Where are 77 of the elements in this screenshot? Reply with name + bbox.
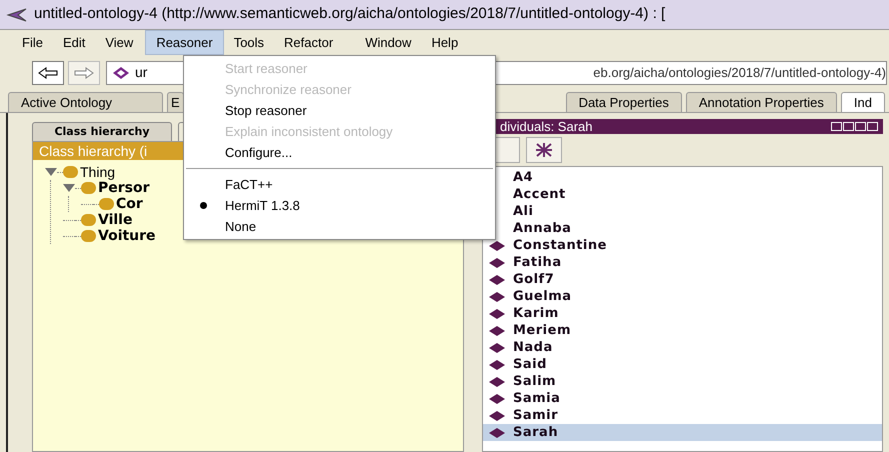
ontology-name: ur [135, 63, 148, 82]
individual-item[interactable]: Nada [483, 339, 882, 356]
back-button[interactable] [32, 60, 64, 84]
individual-item[interactable]: Constantine [483, 237, 882, 254]
individual-item[interactable]: Sarah [483, 424, 882, 441]
individual-icon [489, 360, 505, 370]
delete-individual-button[interactable] [526, 137, 562, 163]
tab[interactable]: Active Ontology [8, 92, 163, 112]
tab[interactable]: Class hierarchy [32, 122, 172, 141]
individual-label: Karim [513, 304, 559, 323]
individual-icon [489, 342, 505, 352]
individual-item[interactable]: Meriem [483, 322, 882, 339]
individual-label: Meriem [513, 322, 571, 340]
individual-item[interactable]: Salim [483, 373, 882, 390]
individual-icon [489, 274, 505, 284]
menu-item[interactable]: Stop reasoner [184, 100, 495, 121]
individual-icon [489, 428, 505, 438]
individual-item[interactable]: Golf7 [483, 271, 882, 288]
tab[interactable]: Annotation Properties [686, 92, 837, 112]
left-arrow-icon [38, 66, 58, 78]
menu-item[interactable]: Tools [224, 30, 274, 55]
tab[interactable]: E [167, 92, 184, 112]
ontology-iri: eb.org/aicha/ontologies/2018/7/untitled-ontology-4) [593, 64, 886, 82]
tab[interactable]: Data Properties [566, 92, 682, 112]
view-controls-icon[interactable] [831, 122, 879, 131]
expand-triangle-icon[interactable] [63, 183, 75, 193]
individual-label: Constantine [513, 236, 607, 255]
menu-item[interactable]: Reasoner [145, 30, 224, 55]
individual-label: Salim [513, 372, 556, 391]
individual-label: Samia [513, 390, 560, 408]
class-icon [99, 198, 114, 210]
class-icon [81, 182, 96, 194]
panel-title: dividuals: Sarah [500, 118, 592, 136]
individual-label: Golf7 [513, 270, 554, 289]
individual-label: Said [513, 356, 547, 374]
menu-item[interactable]: FaCT++ [184, 174, 495, 195]
class-icon [81, 214, 96, 226]
ontology-icon [113, 66, 129, 78]
individual-icon [489, 410, 505, 420]
individual-item[interactable]: Said [483, 356, 882, 373]
individual-icon [489, 258, 505, 268]
window-title: untitled-ontology-4 (http://www.semanticweb.org/aicha/ontologies/2018/7/untitled-ontology-4) : [ [34, 4, 666, 24]
menu-item[interactable]: File [12, 30, 53, 55]
class-icon [81, 230, 96, 242]
menu-item[interactable]: HermiT 1.3.8 [184, 195, 495, 216]
menu-item[interactable]: Help [421, 30, 468, 55]
individual-label: Accent [513, 186, 566, 204]
individual-label: Fatiha [513, 254, 562, 272]
individual-label: Sarah [513, 424, 558, 442]
right-arrow-icon [74, 66, 94, 78]
class-label[interactable]: Thing [80, 162, 116, 182]
individual-icon [489, 394, 505, 404]
individual-label: Guelma [513, 288, 572, 306]
menu-item[interactable]: Edit [52, 30, 96, 55]
individual-item[interactable]: Samir [483, 407, 882, 424]
individual-label: Ali [513, 202, 534, 221]
menu-item[interactable]: Refactor [274, 30, 344, 55]
individual-item[interactable]: Karim [483, 305, 882, 322]
individual-item[interactable]: Fatiha [483, 254, 882, 271]
menu-item[interactable]: Window [355, 30, 422, 55]
individual-label: Annaba [513, 220, 572, 238]
individual-icon [489, 292, 505, 302]
menu-item[interactable]: View [95, 30, 144, 55]
tab[interactable]: Ind [840, 92, 885, 112]
individual-label: Nada [513, 338, 553, 357]
individual-icon [489, 240, 505, 250]
expand-triangle-icon[interactable] [45, 167, 57, 177]
app-logo-icon [6, 6, 28, 22]
individual-label: A4 [513, 168, 534, 187]
individual-label: Samir [513, 406, 558, 425]
individual-icon [489, 326, 505, 336]
individual-item[interactable]: Guelma [483, 288, 882, 305]
individual-icon [489, 376, 505, 386]
menu-item[interactable]: None [184, 216, 495, 237]
individual-icon [489, 308, 505, 318]
class-icon [63, 166, 78, 178]
individual-item[interactable]: Samia [483, 390, 882, 407]
